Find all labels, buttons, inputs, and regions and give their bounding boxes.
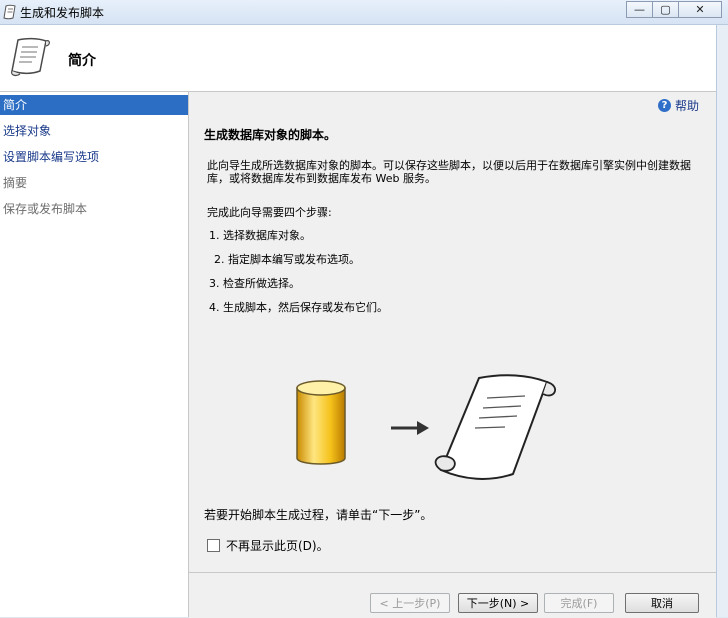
script-scroll-icon	[3, 4, 16, 20]
database-to-script-illustration	[296, 374, 556, 480]
script-scroll-icon	[434, 374, 556, 480]
help-label: 帮助	[674, 99, 699, 113]
minimize-icon: —	[634, 3, 645, 16]
nav-item-script-options[interactable]: 设置脚本编写选项	[0, 147, 188, 167]
nav-item-select-objects[interactable]: 选择对象	[0, 121, 188, 141]
button-bar: < 上一步(P) 下一步(N) > 完成(F) 取消	[189, 572, 716, 618]
step-1: 1. 选择数据库对象。	[209, 229, 311, 242]
wizard-header: 简介	[0, 25, 716, 92]
wizard-content: ? 帮助 生成数据库对象的脚本。 此向导生成所选数据库对象的脚本。可以保存这些脚…	[189, 92, 716, 572]
title-bar[interactable]: 生成和发布脚本 — ▢ ✕	[0, 0, 728, 25]
help-link[interactable]: ? 帮助	[657, 97, 699, 114]
wizard-window: 生成和发布脚本 — ▢ ✕ 简介 简介 选择对象 设置脚本编写选项 摘要 保存或…	[0, 0, 728, 618]
nav-item-summary: 摘要	[3, 176, 28, 190]
content-heading: 生成数据库对象的脚本。	[204, 128, 337, 142]
wizard-nav: 简介 选择对象 设置脚本编写选项 摘要 保存或发布脚本	[0, 92, 189, 617]
window-edge	[716, 25, 728, 617]
dont-show-again-row[interactable]: 不再显示此页(D)。	[207, 537, 329, 554]
steps-intro: 完成此向导需要四个步骤:	[207, 206, 332, 219]
window-title: 生成和发布脚本	[20, 6, 105, 20]
dont-show-again-checkbox[interactable]	[207, 539, 220, 552]
page-title: 简介	[68, 53, 96, 69]
maximize-button[interactable]: ▢	[652, 1, 679, 18]
close-icon: ✕	[695, 3, 705, 16]
nav-item-intro[interactable]: 简介	[0, 95, 188, 115]
minimize-button[interactable]: —	[626, 1, 653, 18]
script-scroll-icon	[11, 37, 50, 77]
intro-paragraph: 此向导生成所选数据库对象的脚本。可以保存这些脚本，以便以后用于在数据库引擎实例中…	[207, 159, 691, 185]
database-icon	[296, 380, 346, 465]
next-button[interactable]: 下一步(N) >	[458, 593, 538, 613]
previous-button[interactable]: < 上一步(P)	[370, 593, 450, 613]
help-icon: ?	[657, 99, 671, 112]
arrow-right-icon	[391, 421, 429, 435]
finish-button[interactable]: 完成(F)	[544, 593, 614, 613]
step-3: 3. 检查所做选择。	[209, 277, 300, 290]
step-4: 4. 生成脚本，然后保存或发布它们。	[209, 301, 388, 314]
nav-item-save-publish: 保存或发布脚本	[3, 202, 88, 216]
close-button[interactable]: ✕	[678, 1, 722, 18]
dont-show-again-label[interactable]: 不再显示此页(D)。	[226, 537, 329, 554]
start-instruction: 若要开始脚本生成过程，请单击“下一步”。	[204, 508, 433, 522]
step-2: 2. 指定脚本编写或发布选项。	[214, 253, 360, 266]
maximize-icon: ▢	[660, 3, 671, 16]
cancel-button[interactable]: 取消	[625, 593, 699, 613]
